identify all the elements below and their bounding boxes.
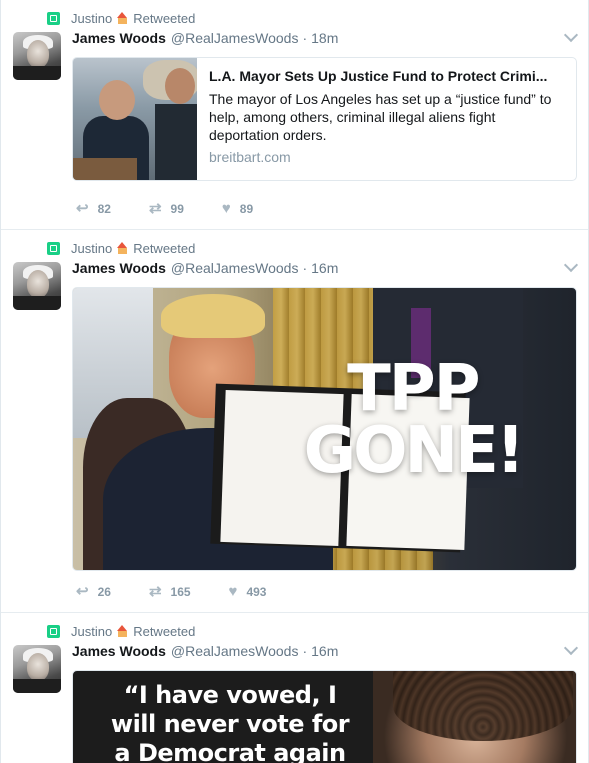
retweet-count: 165 <box>170 585 191 599</box>
avatar[interactable] <box>13 645 61 693</box>
avatar[interactable] <box>13 262 61 310</box>
retweet-badge-icon <box>47 241 60 255</box>
tweet[interactable]: Justino Retweeted James Woods @RealJames… <box>1 613 588 763</box>
photo-overlay-text: TPP GONE! <box>303 352 525 488</box>
timestamp[interactable]: 16m <box>311 643 338 659</box>
tweet-header: James Woods @RealJamesWoods · 18m <box>72 29 338 47</box>
reply-button[interactable]: ↩ 82 <box>76 201 111 217</box>
link-card[interactable]: L.A. Mayor Sets Up Justice Fund to Prote… <box>72 57 577 181</box>
author-handle[interactable]: @RealJamesWoods <box>171 30 299 46</box>
avatar[interactable] <box>13 32 61 80</box>
retweeter-name[interactable]: Justino <box>71 241 112 256</box>
retweeter-name[interactable]: Justino <box>71 11 112 26</box>
retweet-badge-icon <box>47 624 60 638</box>
like-count: 89 <box>239 202 254 216</box>
retweet-context: Justino Retweeted <box>47 240 195 256</box>
tweet[interactable]: Justino Retweeted James Woods @RealJames… <box>1 230 588 613</box>
reply-count: 82 <box>97 202 111 216</box>
chevron-down-icon[interactable] <box>563 257 579 273</box>
timestamp[interactable]: 16m <box>311 260 338 276</box>
author-name[interactable]: James Woods <box>72 30 166 46</box>
author-handle[interactable]: @RealJamesWoods <box>171 260 299 276</box>
overlay-line-1: TPP <box>347 352 480 426</box>
card-body: L.A. Mayor Sets Up Justice Fund to Prote… <box>197 58 576 180</box>
retweeted-label: Retweeted <box>133 10 196 26</box>
heart-icon: ♥ <box>228 583 238 600</box>
retweet-context: Justino Retweeted <box>47 10 195 26</box>
reply-icon: ↩ <box>76 583 89 600</box>
retweet-badge-icon <box>47 11 60 25</box>
tweet[interactable]: Justino Retweeted James Woods @RealJames… <box>1 0 588 230</box>
like-button[interactable]: ♥ 89 <box>222 201 253 217</box>
retweeted-label: Retweeted <box>133 240 196 256</box>
card-thumbnail <box>73 58 197 180</box>
retweet-icon: ⇄ <box>148 200 162 217</box>
retweet-context: Justino Retweeted <box>47 623 195 639</box>
reply-count: 26 <box>97 585 111 599</box>
like-count: 493 <box>246 585 267 599</box>
timeline: Justino Retweeted James Woods @RealJames… <box>0 0 589 763</box>
house-emoji-icon <box>116 624 129 638</box>
tweet-actions: ↩ 82 ⇄ 99 ♥ 89 <box>76 201 291 217</box>
card-domain: breitbart.com <box>209 149 291 165</box>
heart-icon: ♥ <box>221 200 231 217</box>
tweet-photo[interactable]: “I have vowed, I will never vote for a D… <box>72 670 577 763</box>
retweet-button[interactable]: ⇄ 99 <box>149 201 184 217</box>
separator-dot: · <box>302 643 308 659</box>
reply-button[interactable]: ↩ 26 <box>76 584 111 600</box>
timestamp[interactable]: 18m <box>311 30 338 46</box>
card-description: The mayor of Los Angeles has set up a “j… <box>209 91 552 143</box>
chevron-down-icon[interactable] <box>563 640 579 656</box>
reply-icon: ↩ <box>76 200 89 217</box>
photo-quote-text: “I have vowed, I will never vote for a D… <box>110 681 350 763</box>
tweet-header: James Woods @RealJamesWoods · 16m <box>72 259 338 277</box>
author-handle[interactable]: @RealJamesWoods <box>171 643 299 659</box>
retweeted-label: Retweeted <box>133 623 196 639</box>
retweet-button[interactable]: ⇄ 165 <box>149 584 191 600</box>
card-title: L.A. Mayor Sets Up Justice Fund to Prote… <box>209 68 548 84</box>
tweet-actions: ↩ 26 ⇄ 165 ♥ 493 <box>76 584 304 600</box>
retweeter-name[interactable]: Justino <box>71 624 112 639</box>
retweet-icon: ⇄ <box>148 583 162 600</box>
house-emoji-icon <box>116 11 129 25</box>
separator-dot: · <box>302 260 308 276</box>
overlay-line-2: GONE! <box>303 414 525 488</box>
author-name[interactable]: James Woods <box>72 643 166 659</box>
house-emoji-icon <box>116 241 129 255</box>
like-button[interactable]: ♥ 493 <box>229 584 267 600</box>
retweet-count: 99 <box>170 202 184 216</box>
tweet-header: James Woods @RealJamesWoods · 16m <box>72 642 338 660</box>
chevron-down-icon[interactable] <box>563 27 579 43</box>
author-name[interactable]: James Woods <box>72 260 166 276</box>
tweet-photo[interactable]: TPP GONE! <box>72 287 577 571</box>
separator-dot: · <box>302 30 308 46</box>
